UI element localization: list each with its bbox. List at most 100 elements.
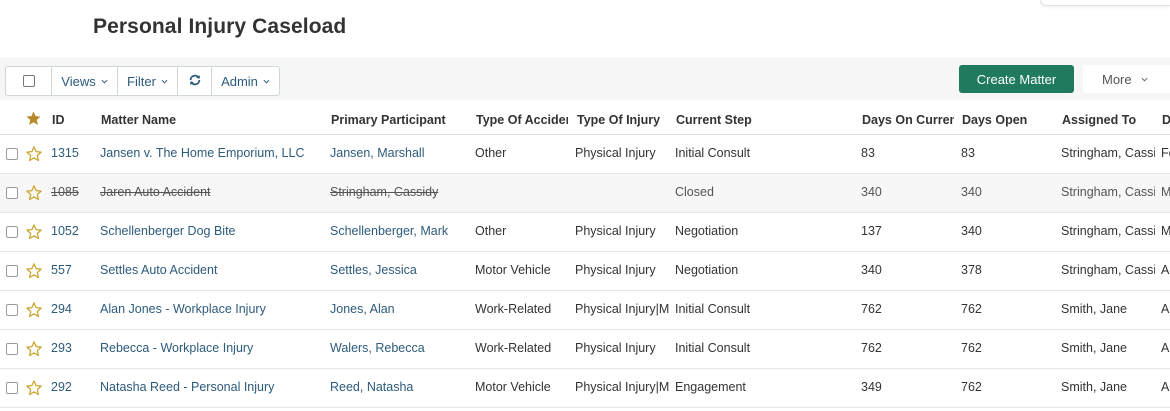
cell-primary-participant[interactable]: Walers, Rebecca bbox=[330, 330, 470, 368]
cell-current-step: Negotiation bbox=[675, 263, 739, 277]
table-row[interactable]: 292 Natasha Reed - Personal Injury Reed,… bbox=[0, 369, 1170, 408]
cell-primary-participant[interactable]: Reed, Natasha bbox=[330, 369, 470, 407]
filter-label: Filter bbox=[127, 73, 156, 89]
cell-assigned-to: Stringham, Cassidy bbox=[1061, 263, 1155, 277]
cell-current-step: Initial Consult bbox=[675, 302, 751, 316]
cell-primary-participant[interactable]: Schellenberger, Mark bbox=[330, 213, 470, 251]
table-row[interactable]: 293 Rebecca - Workplace Injury Walers, R… bbox=[0, 330, 1170, 369]
select-all-segment[interactable] bbox=[6, 67, 52, 95]
cell-current-step: Initial Consult bbox=[675, 146, 751, 160]
star-icon[interactable] bbox=[25, 184, 43, 202]
cell-current-step: Initial Consult bbox=[675, 341, 751, 355]
more-dropdown[interactable]: More bbox=[1083, 65, 1170, 93]
column-header-next[interactable]: D bbox=[1162, 100, 1170, 134]
table-header: ID Matter Name Primary Participant Type … bbox=[0, 100, 1170, 135]
star-icon[interactable] bbox=[25, 301, 43, 319]
star-icon[interactable] bbox=[25, 223, 43, 241]
column-header-type-of-injury[interactable]: Type Of Injury bbox=[577, 100, 672, 134]
star-icon[interactable] bbox=[25, 262, 43, 280]
row-checkbox[interactable] bbox=[6, 226, 18, 238]
table-row[interactable]: 1315 Jansen v. The Home Emporium, LLC Ja… bbox=[0, 135, 1170, 174]
cell-matter-name[interactable]: Natasha Reed - Personal Injury bbox=[100, 369, 325, 407]
star-icon[interactable] bbox=[25, 110, 42, 127]
cell-type-of-accident: Motor Vehicle bbox=[475, 380, 551, 394]
cell-matter-name[interactable]: Alan Jones - Workplace Injury bbox=[100, 291, 325, 329]
table-row[interactable]: 557 Settles Auto Accident Settles, Jessi… bbox=[0, 252, 1170, 291]
column-header-days-open[interactable]: Days Open bbox=[962, 100, 1057, 134]
cell-days-on-current-step: 762 bbox=[861, 302, 882, 316]
refresh-icon bbox=[188, 73, 202, 90]
row-checkbox[interactable] bbox=[6, 382, 18, 394]
admin-label: Admin bbox=[221, 73, 258, 89]
star-icon[interactable] bbox=[25, 145, 43, 163]
refresh-button[interactable] bbox=[178, 67, 212, 95]
cell-id[interactable]: 294 bbox=[51, 291, 96, 329]
column-header-type-of-accident[interactable]: Type Of Accident bbox=[476, 100, 568, 134]
cell-type-of-accident: Motor Vehicle bbox=[475, 263, 551, 277]
select-all-checkbox[interactable] bbox=[22, 75, 35, 87]
cell-next: A bbox=[1161, 263, 1170, 277]
cell-matter-name[interactable]: Settles Auto Accident bbox=[100, 252, 325, 290]
cell-matter-name[interactable]: Schellenberger Dog Bite bbox=[100, 213, 325, 251]
cell-id[interactable]: 1315 bbox=[51, 135, 96, 173]
row-checkbox[interactable] bbox=[6, 187, 18, 199]
row-checkbox[interactable] bbox=[6, 265, 18, 277]
cell-assigned-to: Smith, Jane bbox=[1061, 302, 1128, 316]
cell-primary-participant[interactable]: Jansen, Marshall bbox=[330, 135, 470, 173]
admin-dropdown[interactable]: Admin bbox=[212, 67, 279, 95]
cell-id[interactable]: 1085 bbox=[51, 174, 96, 212]
cell-next: M bbox=[1161, 185, 1170, 199]
table-row[interactable]: 1085 Jaren Auto Accident Stringham, Cass… bbox=[0, 174, 1170, 213]
cell-days-on-current-step: 762 bbox=[861, 341, 882, 355]
toolbar-button-group: Views Filter Admin bbox=[5, 66, 280, 96]
cell-days-on-current-step: 340 bbox=[861, 185, 882, 199]
cell-matter-name[interactable]: Jansen v. The Home Emporium, LLC bbox=[100, 135, 325, 173]
cell-type-of-accident: Other bbox=[475, 224, 507, 238]
column-header-days-on-current-step[interactable]: Days On Current Step bbox=[862, 100, 954, 134]
table-body: 1315 Jansen v. The Home Emporium, LLC Ja… bbox=[0, 135, 1170, 408]
cell-primary-participant[interactable]: Jones, Alan bbox=[330, 291, 470, 329]
cell-matter-name[interactable]: Jaren Auto Accident bbox=[100, 174, 325, 212]
column-header-id[interactable]: ID bbox=[52, 100, 97, 134]
cell-next: M bbox=[1161, 224, 1170, 238]
cell-type-of-accident bbox=[475, 174, 568, 212]
row-checkbox[interactable] bbox=[6, 304, 18, 316]
cell-next: A bbox=[1161, 302, 1170, 316]
cell-days-on-current-step: 137 bbox=[861, 224, 882, 238]
column-header-assigned-to[interactable]: Assigned To bbox=[1062, 100, 1156, 134]
cell-id[interactable]: 293 bbox=[51, 330, 96, 368]
cell-type-of-injury: Physical Injury bbox=[575, 224, 656, 238]
star-icon[interactable] bbox=[25, 379, 43, 397]
row-checkbox[interactable] bbox=[6, 148, 18, 160]
user-menu-card[interactable] bbox=[1040, 0, 1170, 6]
cell-id[interactable]: 292 bbox=[51, 369, 96, 407]
filter-dropdown[interactable]: Filter bbox=[118, 67, 178, 95]
cell-days-open: 340 bbox=[961, 185, 982, 199]
cell-type-of-injury: Physical Injury|M bbox=[575, 302, 670, 316]
cell-assigned-to: Stringham, Cassidy bbox=[1061, 185, 1155, 199]
create-matter-button[interactable]: Create Matter bbox=[959, 65, 1074, 93]
cell-days-open: 378 bbox=[961, 263, 982, 277]
views-dropdown[interactable]: Views bbox=[52, 67, 118, 95]
cell-matter-name[interactable]: Rebecca - Workplace Injury bbox=[100, 330, 325, 368]
cell-days-open: 83 bbox=[961, 146, 975, 160]
column-header-matter-name[interactable]: Matter Name bbox=[101, 100, 326, 134]
column-header-current-step[interactable]: Current Step bbox=[676, 100, 856, 134]
cell-id[interactable]: 557 bbox=[51, 252, 96, 290]
cell-id[interactable]: 1052 bbox=[51, 213, 96, 251]
table-row[interactable]: 294 Alan Jones - Workplace Injury Jones,… bbox=[0, 291, 1170, 330]
cell-primary-participant[interactable]: Settles, Jessica bbox=[330, 252, 470, 290]
cell-days-open: 762 bbox=[961, 302, 982, 316]
chevron-down-icon bbox=[101, 78, 108, 85]
row-checkbox[interactable] bbox=[6, 343, 18, 355]
views-label: Views bbox=[61, 73, 96, 89]
star-icon[interactable] bbox=[25, 340, 43, 358]
cell-next: A bbox=[1161, 380, 1170, 394]
column-header-primary-participant[interactable]: Primary Participant bbox=[331, 100, 471, 134]
cell-primary-participant[interactable]: Stringham, Cassidy bbox=[330, 174, 470, 212]
table-row[interactable]: 1052 Schellenberger Dog Bite Schellenber… bbox=[0, 213, 1170, 252]
chevron-down-icon bbox=[1141, 76, 1148, 83]
matters-table: ID Matter Name Primary Participant Type … bbox=[0, 100, 1170, 408]
cell-type-of-injury: Physical Injury bbox=[575, 146, 656, 160]
cell-assigned-to: Stringham, Cassidy bbox=[1061, 224, 1155, 238]
